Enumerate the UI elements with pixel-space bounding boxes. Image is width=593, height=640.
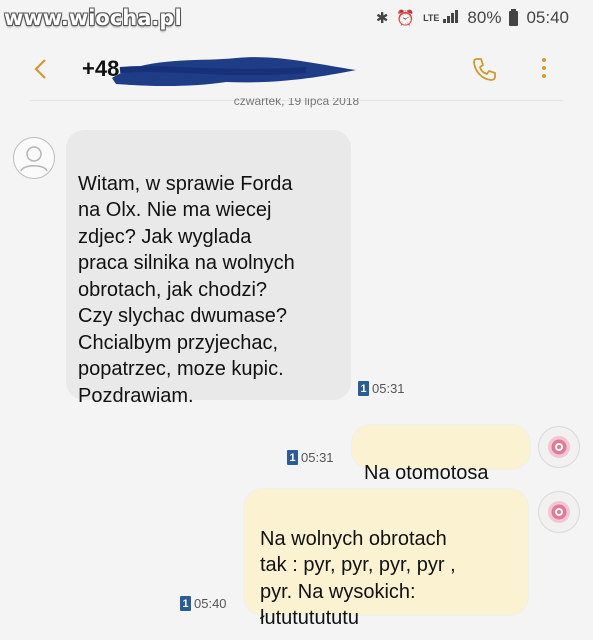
message-meta: 1 05:31 [358,381,405,396]
message-time: 05:31 [301,450,334,465]
bluetooth-icon: ✱ [375,10,389,27]
phone-icon [473,58,496,81]
date-separator: czwartek, 19 lipca 2018 [233,98,360,108]
redaction-scribble [112,57,356,86]
battery-icon [509,8,519,26]
own-avatar[interactable] [538,426,580,468]
message-time: 05:40 [194,596,227,611]
signal-icon [443,9,459,27]
message-bubble-outgoing[interactable]: Na otomotosa [352,425,530,484]
message-text: Na otomotosa [364,461,489,484]
network-type: LTE [423,12,440,23]
call-button[interactable] [467,52,501,86]
message-time: 05:31 [372,381,405,396]
person-icon [20,146,48,172]
sim-1-icon: 1 [180,596,191,611]
clock: 05:40 [526,8,569,27]
more-vert-dot [542,66,546,70]
sim-1-icon: 1 [287,450,298,465]
message-bubble-outgoing[interactable]: Na wolnych obrotach tak : pyr, pyr, pyr,… [244,489,528,629]
contact-avatar[interactable] [13,137,55,179]
message-text: Witam, w sprawie Forda na Olx. Nie ma wi… [78,172,295,407]
more-vert-dot [542,74,546,78]
watermark: www.wiocha.pl [4,6,182,30]
chevron-left-icon [34,59,46,79]
message-bubble-incoming[interactable]: Witam, w sprawie Forda na Olx. Nie ma wi… [66,130,351,407]
own-avatar[interactable] [538,491,580,533]
flower-icon [548,436,570,458]
contact-name[interactable]: +48 [82,54,356,86]
more-options-button[interactable] [537,54,551,84]
message-meta: 1 05:40 [180,596,227,611]
battery-percent: 80% [467,8,502,27]
conversation-header: +48 [0,40,593,98]
back-button[interactable] [24,52,58,86]
message-text: Na wolnych obrotach tak : pyr, pyr, pyr,… [260,527,456,630]
more-vert-icon [542,58,546,62]
flower-icon [548,501,570,523]
alarm-icon: ⏰ [396,10,416,27]
sim-1-icon: 1 [358,381,369,396]
message-meta: 1 05:31 [287,450,334,465]
